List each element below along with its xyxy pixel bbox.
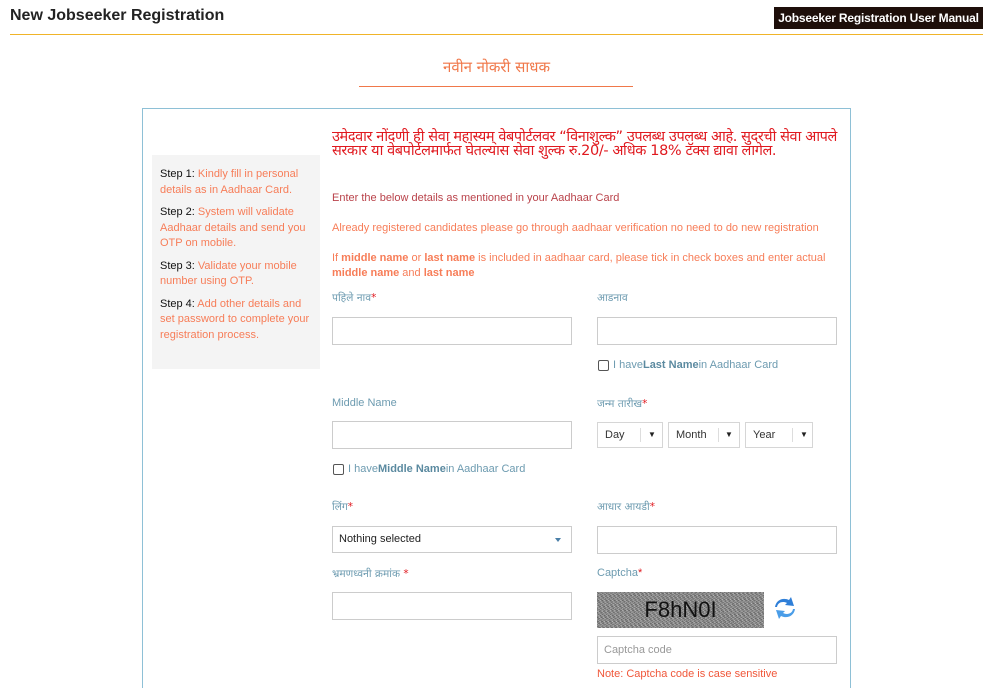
caret-down-icon: ▼ xyxy=(725,430,733,439)
select-value: Month xyxy=(676,429,707,441)
step-1: Step 1: Kindly fill in personal details … xyxy=(160,167,312,198)
text-part: If xyxy=(332,252,342,264)
select-separator xyxy=(718,428,719,442)
section-title: नवीन नोकरी साधक xyxy=(443,58,550,76)
steps-sidebar: Step 1: Kindly fill in personal details … xyxy=(152,155,320,369)
captcha-image: F8hN0I xyxy=(597,592,764,628)
checkbox-label-text: in Aadhaar Card xyxy=(698,359,779,371)
text-part: or xyxy=(408,252,425,264)
select-separator xyxy=(640,428,641,442)
label-text: लिंग xyxy=(332,501,348,513)
middle-name-label: Middle Name xyxy=(332,397,397,409)
gender-select[interactable]: Nothing selected xyxy=(332,526,572,553)
page-title: New Jobseeker Registration xyxy=(10,7,225,24)
step-4: Step 4: Add other details and set passwo… xyxy=(160,297,312,344)
aadhaar-id-input[interactable] xyxy=(597,526,837,554)
caret-down-icon: ▼ xyxy=(800,430,808,439)
section-title-underline xyxy=(359,86,633,87)
refresh-icon[interactable] xyxy=(770,593,800,623)
step-label: Step 3: xyxy=(160,259,195,272)
caret-down-icon: ▼ xyxy=(648,430,656,439)
checkbox-label-bold: Last Name xyxy=(642,359,699,371)
step-3: Step 3: Validate your mobile number usin… xyxy=(160,259,312,290)
required-asterisk: * xyxy=(403,568,409,580)
fee-notice: उमेदवार नोंदणी ही सेवा महास्यम् वेबपोर्ट… xyxy=(332,129,837,159)
already-registered-note: Already registered candidates please go … xyxy=(332,222,819,234)
checkbox-label-text: in Aadhaar Card xyxy=(445,463,526,475)
step-label: Step 4: xyxy=(160,297,195,310)
text-part: is included in aadhaar card, please tick… xyxy=(475,252,826,264)
aadhaar-instruction: Enter the below details as mentioned in … xyxy=(332,192,620,204)
select-value: Day xyxy=(605,429,625,441)
dob-day-select[interactable]: Day ▼ xyxy=(597,422,663,448)
checkbox-label-text: I have xyxy=(613,359,643,371)
mobile-number-label: भ्रमणध्वनी क्रमांक * xyxy=(332,567,409,581)
text-part-bold: last name xyxy=(424,252,476,264)
text-part: and xyxy=(399,267,424,279)
step-2: Step 2: System will validate Aadhaar det… xyxy=(160,205,312,252)
dob-label: जन्म तारीख* xyxy=(597,397,647,411)
aadhaar-id-label: आधार आयडी* xyxy=(597,500,655,514)
middle-name-checkbox[interactable] xyxy=(333,463,344,475)
captcha-code-input[interactable] xyxy=(597,636,837,664)
header-divider xyxy=(10,34,983,35)
middle-name-checkbox-row[interactable]: I have Middle Name in Aadhaar Card xyxy=(333,463,525,475)
last-name-checkbox[interactable] xyxy=(598,359,609,371)
text-part-bold: middle name xyxy=(341,252,409,264)
label-text: भ्रमणध्वनी क्रमांक xyxy=(332,568,404,580)
dob-month-select[interactable]: Month ▼ xyxy=(668,422,740,448)
select-separator xyxy=(792,428,793,442)
required-asterisk: * xyxy=(649,501,655,513)
caret-down-icon xyxy=(555,538,561,542)
middle-name-input[interactable] xyxy=(332,421,572,449)
page-header: New Jobseeker Registration Jobseeker Reg… xyxy=(0,0,997,36)
step-label: Step 1: xyxy=(160,168,195,180)
surname-label: आडनाव xyxy=(597,292,628,304)
step-label: Step 2: xyxy=(160,206,195,218)
captcha-label: Captcha* xyxy=(597,567,642,579)
label-text: आधार आयडी xyxy=(597,501,650,513)
captcha-note: Note: Captcha code is case sensitive xyxy=(597,668,778,680)
select-value: Nothing selected xyxy=(339,533,421,545)
required-asterisk: * xyxy=(347,501,353,513)
name-checkbox-instruction: If middle name or last name is included … xyxy=(332,251,832,281)
label-text: जन्म तारीख xyxy=(597,398,643,410)
mobile-number-input[interactable] xyxy=(332,592,572,620)
label-text: Captcha xyxy=(597,567,638,579)
first-name-label: पहिले नाव* xyxy=(332,291,376,305)
required-asterisk: * xyxy=(371,292,377,304)
checkbox-label-bold: Middle Name xyxy=(377,463,446,475)
required-asterisk: * xyxy=(642,398,648,410)
surname-input[interactable] xyxy=(597,317,837,345)
select-value: Year xyxy=(753,429,776,441)
user-manual-button[interactable]: Jobseeker Registration User Manual xyxy=(774,7,983,29)
text-part-bold: middle name xyxy=(332,267,400,279)
required-asterisk: * xyxy=(637,567,643,579)
label-text: पहिले नाव xyxy=(332,292,372,304)
text-part-bold: last name xyxy=(423,267,475,279)
gender-label: लिंग* xyxy=(332,500,353,514)
first-name-input[interactable] xyxy=(332,317,572,345)
checkbox-label-text: I have xyxy=(348,463,378,475)
last-name-checkbox-row[interactable]: I have Last Name in Aadhaar Card xyxy=(598,359,778,371)
dob-year-select[interactable]: Year ▼ xyxy=(745,422,813,448)
